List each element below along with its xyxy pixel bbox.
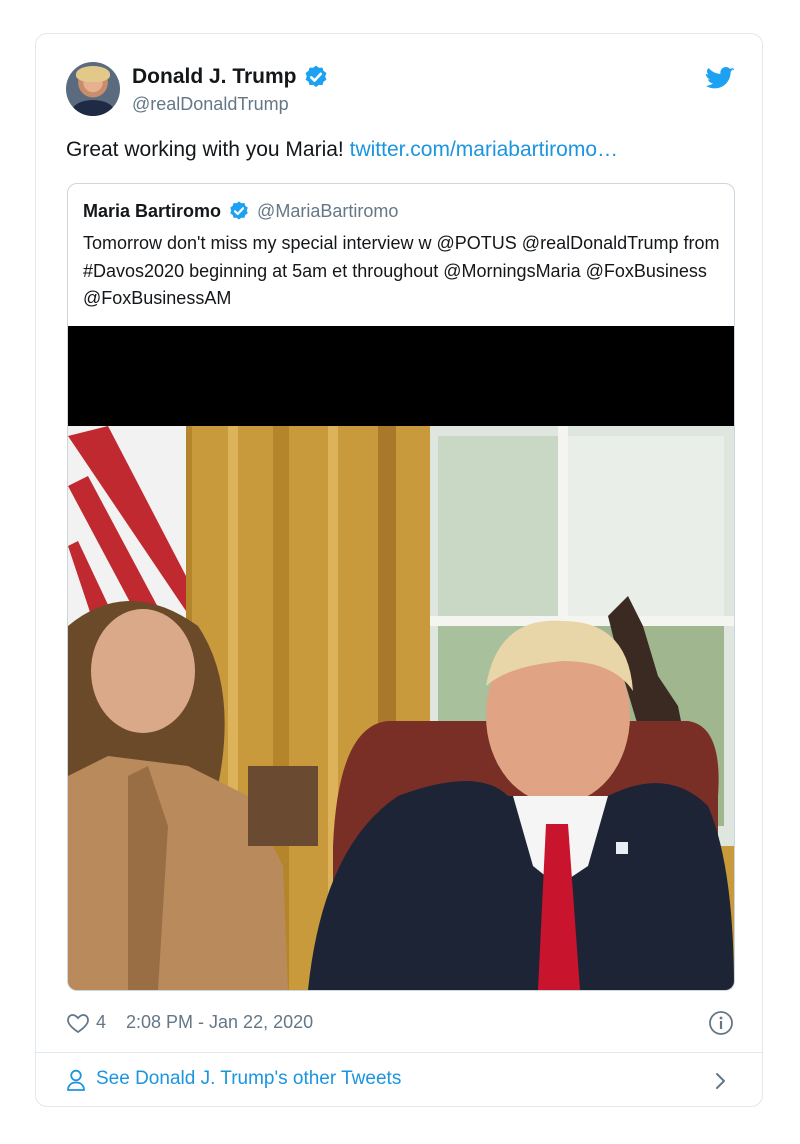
info-icon[interactable]	[708, 1010, 734, 1036]
quoted-tweet-text: Tomorrow don't miss my special interview…	[83, 233, 720, 308]
verified-badge-icon	[305, 65, 326, 88]
tweet-timestamp[interactable]: 2:08 PM - Jan 22, 2020	[126, 1012, 313, 1033]
photo-letterbox-band	[68, 326, 734, 426]
tweet-text: Great working with you Maria! twitter.co…	[66, 138, 618, 162]
avatar-suit	[72, 100, 114, 116]
author-handle[interactable]: @realDonaldTrump	[132, 94, 289, 115]
author-name[interactable]: Donald J. Trump	[132, 65, 297, 89]
person-icon	[67, 1069, 85, 1091]
author-avatar[interactable]	[66, 62, 120, 116]
tweet-link[interactable]: twitter.com/mariabartiromo…	[350, 138, 618, 161]
like-count[interactable]: 4	[96, 1012, 106, 1033]
quoted-tweet-photo[interactable]	[68, 326, 734, 990]
heart-icon[interactable]	[66, 1012, 90, 1034]
verified-badge-icon	[230, 201, 248, 220]
twitter-bird-icon[interactable]	[706, 66, 734, 90]
photo-coin-shelf	[248, 766, 318, 846]
footer-divider	[36, 1052, 762, 1053]
avatar-hair	[76, 66, 110, 82]
tweet-header: Donald J. Trump @realDonaldTrump	[66, 62, 734, 122]
tweet-footer: 4 2:08 PM - Jan 22, 2020	[66, 1010, 734, 1038]
see-other-tweets-link[interactable]: See Donald J. Trump's other Tweets	[66, 1067, 734, 1093]
quoted-author-handle[interactable]: @MariaBartiromo	[257, 201, 398, 222]
chevron-right-icon[interactable]	[714, 1071, 728, 1091]
author-name-row: Donald J. Trump	[132, 64, 329, 90]
quoted-tweet[interactable]: Maria Bartiromo @MariaBartiromo Tomorrow…	[67, 183, 735, 991]
embedded-tweet-card: Donald J. Trump @realDonaldTrump Great w…	[35, 33, 763, 1107]
quoted-tweet-header: Maria Bartiromo @MariaBartiromo	[83, 200, 398, 222]
tweet-text-body: Great working with you Maria!	[66, 138, 350, 161]
quoted-author-name[interactable]: Maria Bartiromo	[83, 201, 221, 222]
see-other-tweets-label[interactable]: See Donald J. Trump's other Tweets	[96, 1068, 401, 1090]
